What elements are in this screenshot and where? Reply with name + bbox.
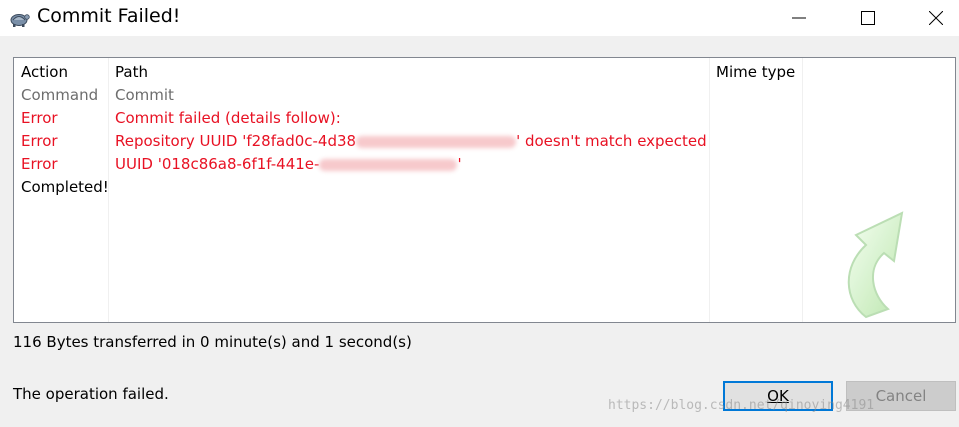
redacted-text bbox=[356, 135, 517, 148]
log-list[interactable]: Action Path Mime type Command Commit Err… bbox=[13, 57, 956, 323]
row-action[interactable]: Error bbox=[21, 132, 58, 150]
redacted-text bbox=[319, 158, 458, 171]
column-header-action[interactable]: Action bbox=[21, 63, 68, 81]
transfer-status: 116 Bytes transferred in 0 minute(s) and… bbox=[13, 333, 412, 351]
maximize-button[interactable] bbox=[845, 0, 891, 36]
minimize-icon bbox=[792, 17, 806, 19]
column-divider bbox=[802, 58, 803, 322]
watermark: https://blog.csdn.net/qinoying4191 bbox=[608, 398, 875, 413]
window-title: Commit Failed! bbox=[37, 5, 181, 27]
close-button[interactable] bbox=[913, 0, 959, 36]
row-path-text: Repository UUID 'f28fad0c-4d38 bbox=[115, 132, 357, 150]
maximize-icon bbox=[861, 11, 875, 25]
column-divider bbox=[709, 58, 710, 322]
row-path-text: UUID '018c86a8-6f1f-441e- bbox=[115, 155, 320, 173]
row-path[interactable]: Commit bbox=[115, 86, 174, 104]
row-action[interactable]: Completed! bbox=[21, 178, 109, 196]
row-action[interactable]: Error bbox=[21, 155, 58, 173]
row-action[interactable]: Command bbox=[21, 86, 98, 104]
tortoise-icon bbox=[10, 14, 30, 27]
commit-arrow-icon bbox=[847, 211, 904, 319]
row-path-suffix: ' bbox=[457, 155, 462, 173]
close-icon bbox=[929, 11, 943, 25]
row-path[interactable]: Repository UUID 'f28fad0c-4d38 ' doesn't … bbox=[115, 132, 707, 150]
title-bar: Commit Failed! bbox=[0, 0, 959, 36]
row-action[interactable]: Error bbox=[21, 109, 58, 127]
row-path[interactable]: Commit failed (details follow): bbox=[115, 109, 341, 127]
row-path[interactable]: UUID '018c86a8-6f1f-441e- ' bbox=[115, 155, 462, 173]
minimize-button[interactable] bbox=[776, 0, 822, 36]
cancel-button-label: Cancel bbox=[875, 387, 927, 405]
column-header-path[interactable]: Path bbox=[115, 63, 148, 81]
operation-result: The operation failed. bbox=[13, 385, 169, 403]
column-header-mime[interactable]: Mime type bbox=[716, 63, 795, 81]
row-path-suffix: ' doesn't match expected bbox=[516, 132, 707, 150]
